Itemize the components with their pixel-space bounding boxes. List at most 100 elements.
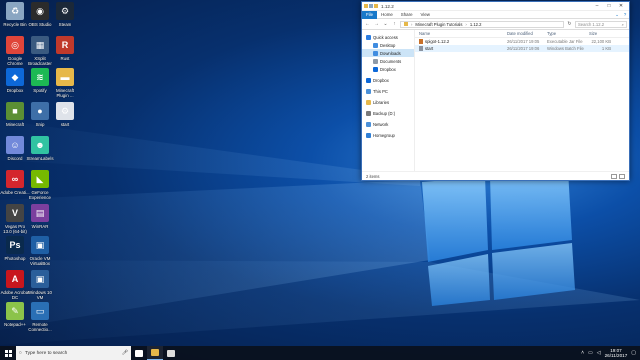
column-date-modified[interactable]: Date modified <box>503 31 543 36</box>
store-icon <box>167 349 175 357</box>
nav-item[interactable]: Quick access <box>362 33 414 41</box>
breadcrumb-item[interactable]: Minecraft Plugin Tutorials <box>415 22 462 27</box>
nav-item[interactable]: This PC <box>362 87 414 95</box>
desktop-shortcut-label: Remote Connectio... <box>28 322 52 332</box>
snip-icon: ● <box>31 102 49 120</box>
file-date: 26/11/2017 19:06 <box>507 46 540 51</box>
close-icon[interactable]: ✕ <box>615 2 627 10</box>
xsplit-icon: ▦ <box>31 36 49 54</box>
dropbox-icon <box>373 66 378 72</box>
acrobat-icon: A <box>6 270 24 288</box>
desktop-shortcut[interactable]: ▭ Remote Connectio... <box>25 302 55 332</box>
dropbox-icon <box>366 77 371 83</box>
file-explorer-window[interactable]: 1.12.2 – □ ✕ File Home Share View ⌄ ? ← … <box>361 1 630 181</box>
desktop-shortcut[interactable]: ⚙ Steam <box>50 2 80 27</box>
microphone-icon[interactable]: 🎤︎ <box>122 350 128 356</box>
file-size: 22,100 KB <box>591 39 611 44</box>
properties-icon[interactable] <box>369 4 373 8</box>
file-row[interactable]: spigot-1.12.2 26/11/2017 19:05 Executable … <box>415 38 629 45</box>
up-arrow-icon[interactable]: ↑ <box>391 21 398 27</box>
address-bar[interactable]: › Minecraft Plugin Tutorials › 1.12.2 <box>400 20 564 28</box>
desktop-shortcut[interactable]: ▣ Windows 10 VM <box>25 270 55 300</box>
nav-item-label: Backup (D:) <box>373 110 396 116</box>
forward-arrow-icon[interactable]: → <box>373 21 380 27</box>
minecraft-icon: ■ <box>6 102 24 120</box>
network-icon <box>366 121 371 127</box>
breadcrumb-item[interactable]: 1.12.2 <box>470 22 482 27</box>
refresh-icon[interactable]: ↻ <box>566 21 573 27</box>
desktop-shortcut-label: Rust <box>60 56 70 61</box>
network-icon[interactable]: ▭ <box>588 350 593 356</box>
start-button[interactable] <box>0 346 16 360</box>
file-row[interactable]: start 26/11/2017 19:06 Windows Batch File 1… <box>415 45 629 52</box>
winrar-icon: ▤ <box>31 204 49 222</box>
new-folder-icon[interactable] <box>374 4 378 8</box>
large-icons-view-icon[interactable] <box>619 173 625 179</box>
recent-locations-icon[interactable]: ⌄ <box>382 21 389 27</box>
nav-item[interactable]: Network <box>362 120 414 128</box>
nav-item[interactable]: Dropbox <box>362 65 414 73</box>
taskbar-search[interactable]: ○ Type here to search 🎤︎ <box>16 346 131 360</box>
notifications-icon[interactable]: ▢ <box>631 350 636 356</box>
desktop-shortcut[interactable]: ⚙ start <box>50 102 80 127</box>
nav-item-label: Documents <box>380 58 402 64</box>
ribbon-tabs: File Home Share View ⌄ ? <box>362 10 629 19</box>
tab-share[interactable]: Share <box>397 11 417 19</box>
details-view-icon[interactable] <box>611 173 617 179</box>
nav-item-label: Libraries <box>373 99 390 105</box>
nav-item-label: Desktop <box>380 42 396 48</box>
dropbox-icon: ◆ <box>6 68 24 86</box>
minimize-icon[interactable]: – <box>591 2 603 10</box>
column-size[interactable]: Size <box>585 31 615 36</box>
nav-item[interactable]: Libraries <box>362 98 414 106</box>
nav-item[interactable]: Documents <box>362 57 414 65</box>
libraries-icon <box>366 99 371 105</box>
file-date: 26/11/2017 19:05 <box>507 39 540 44</box>
adobe-cc-icon: ∞ <box>6 170 24 188</box>
clock-date: 26/11/2017 <box>604 353 628 358</box>
expand-ribbon-icon[interactable]: ⌄ <box>613 12 621 18</box>
nav-item[interactable]: Desktop <box>362 41 414 49</box>
nav-item[interactable]: Backup (D:) <box>362 109 414 117</box>
nav-item-label: Homegroup <box>373 132 395 138</box>
column-name[interactable]: Name <box>415 31 503 36</box>
breadcrumb-separator-icon[interactable]: › <box>465 22 466 27</box>
desktop-shortcut[interactable]: ▣ Oracle VM VirtualBox <box>25 236 55 266</box>
taskbar-app[interactable] <box>163 346 179 360</box>
desktop-shortcut[interactable]: ▤ WinRAR <box>25 204 55 229</box>
jar-file-icon <box>419 39 423 45</box>
batch-file-icon <box>419 46 423 52</box>
drive-icon <box>366 110 371 116</box>
tab-file[interactable]: File <box>362 10 378 19</box>
taskbar-app[interactable] <box>131 346 147 360</box>
nav-item[interactable]: Homegroup <box>362 131 414 139</box>
desktop-shortcut-label: Steam <box>58 22 72 27</box>
documents-icon <box>373 58 378 64</box>
nav-item[interactable]: Downloads <box>362 49 414 57</box>
show-hidden-icons-icon[interactable]: ˄ <box>581 350 584 356</box>
nav-item[interactable]: Dropbox <box>362 76 414 84</box>
tab-view[interactable]: View <box>417 11 434 19</box>
volume-icon[interactable]: ◁ <box>597 350 601 356</box>
tab-home[interactable]: Home <box>377 11 397 19</box>
clock[interactable]: 19:07 26/11/2017 <box>605 348 628 358</box>
rust-icon: R <box>56 36 74 54</box>
search-input[interactable]: Search 1.12.2 ⌕ <box>575 20 627 28</box>
task-view-icon <box>135 349 143 357</box>
breadcrumb-separator-icon[interactable]: › <box>411 22 412 27</box>
address-row: ← → ⌄ ↑ › Minecraft Plugin Tutorials › 1… <box>362 19 629 30</box>
nav-item-label: Downloads <box>380 50 401 56</box>
back-arrow-icon[interactable]: ← <box>364 21 371 27</box>
notepadpp-icon: ✎ <box>6 302 24 320</box>
desktop-shortcut[interactable]: R Rust <box>50 36 80 61</box>
taskbar-app[interactable] <box>147 346 163 360</box>
maximize-icon[interactable]: □ <box>603 2 615 10</box>
desktop-shortcut[interactable]: ◣ GeForce Experience <box>25 170 55 200</box>
desktop-shortcut[interactable]: ▬ Minecraft Plugin ... <box>50 68 80 98</box>
help-icon[interactable]: ? <box>621 12 629 17</box>
desktop-shortcut[interactable]: ☻ StreamLabels <box>25 136 55 161</box>
quick-access-toolbar <box>364 4 378 8</box>
photoshop-icon: Ps <box>6 236 24 254</box>
search-icon: ⌕ <box>621 21 624 27</box>
column-type[interactable]: Type <box>543 31 585 36</box>
